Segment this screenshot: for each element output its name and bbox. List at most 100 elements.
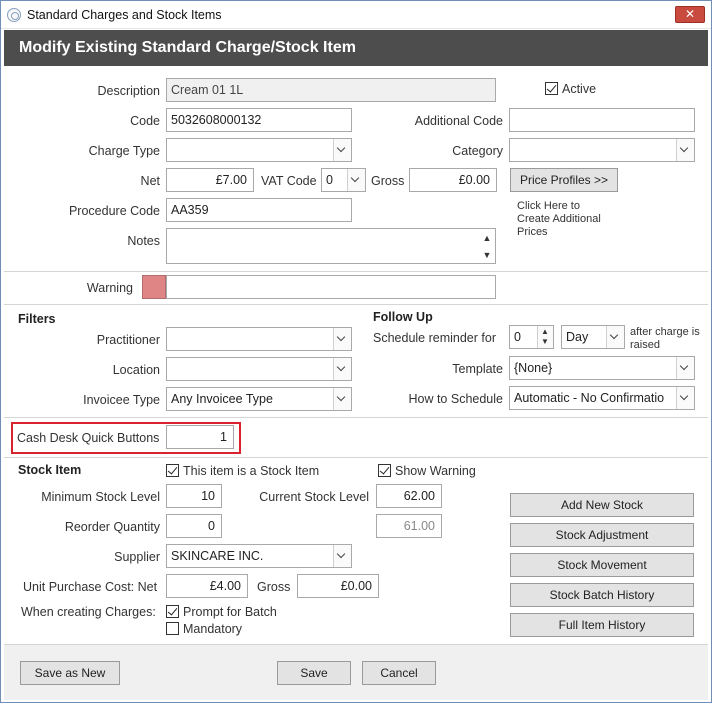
mandatory-label: Mandatory xyxy=(183,622,243,636)
schedule-reminder-value: 0 xyxy=(514,330,521,344)
chevron-down-icon[interactable] xyxy=(676,357,694,379)
cancel-button[interactable]: Cancel xyxy=(362,661,436,685)
supplier-select[interactable]: SKINCARE INC. xyxy=(166,544,352,568)
unit-cost-net-field[interactable]: £4.00 xyxy=(166,574,248,598)
divider xyxy=(4,417,708,418)
window-title: Standard Charges and Stock Items xyxy=(27,8,222,22)
save-as-new-button[interactable]: Save as New xyxy=(20,661,120,685)
practitioner-label: Practitioner xyxy=(96,333,160,347)
spin-down-icon[interactable]: ▼ xyxy=(541,338,549,346)
price-profiles-hint-3: Prices xyxy=(517,226,548,238)
chevron-down-icon[interactable] xyxy=(333,358,351,380)
prompt-batch-label: Prompt for Batch xyxy=(183,605,277,619)
notes-label: Notes xyxy=(127,234,160,248)
code-field[interactable]: 5032608000132 xyxy=(166,108,352,132)
divider xyxy=(4,304,708,305)
how-to-schedule-select[interactable]: Automatic - No Confirmatio xyxy=(509,386,695,410)
procedure-code-field[interactable]: AA359 xyxy=(166,198,352,222)
gross-label: Gross xyxy=(371,174,405,188)
stock-adjustment-button[interactable]: Stock Adjustment xyxy=(510,523,694,547)
filters-heading: Filters xyxy=(18,312,56,326)
charge-type-label: Charge Type xyxy=(88,144,160,158)
location-label: Location xyxy=(112,363,160,377)
show-warning-label: Show Warning xyxy=(395,464,476,478)
reorder-qty-label: Reorder Quantity xyxy=(64,520,160,534)
invoicee-type-select[interactable]: Any Invoicee Type xyxy=(166,387,352,411)
secondary-stock-field: 61.00 xyxy=(376,514,442,538)
additional-code-field[interactable] xyxy=(509,108,695,132)
how-to-schedule-value: Automatic - No Confirmatio xyxy=(514,391,665,405)
vat-code-value: 0 xyxy=(326,173,333,187)
net-label: Net xyxy=(140,174,160,188)
period-select[interactable]: Day xyxy=(561,325,625,349)
divider xyxy=(4,271,708,272)
add-new-stock-button[interactable]: Add New Stock xyxy=(510,493,694,517)
full-item-history-button[interactable]: Full Item History xyxy=(510,613,694,637)
description-label: Description xyxy=(97,84,160,98)
notes-field[interactable] xyxy=(166,228,496,264)
chevron-down-icon[interactable] xyxy=(333,388,351,410)
after-charge-hint-1: after charge is xyxy=(630,326,700,338)
charge-type-select[interactable] xyxy=(166,138,352,162)
chevron-down-icon[interactable] xyxy=(676,139,694,161)
category-label: Category xyxy=(452,144,503,158)
price-profiles-hint-2: Create Additional xyxy=(517,213,601,225)
location-select[interactable] xyxy=(166,357,352,381)
scroll-down-icon[interactable]: ▼ xyxy=(481,251,493,260)
price-profiles-button[interactable]: Price Profiles >> xyxy=(510,168,618,192)
current-stock-label: Current Stock Level xyxy=(259,490,369,504)
is-stock-item-label: This item is a Stock Item xyxy=(183,464,320,478)
supplier-value: SKINCARE INC. xyxy=(171,549,264,563)
chevron-down-icon[interactable] xyxy=(606,326,624,348)
gross-field[interactable]: £0.00 xyxy=(409,168,497,192)
category-select[interactable] xyxy=(509,138,695,162)
unit-cost-gross-field[interactable]: £0.00 xyxy=(297,574,379,598)
title-bar: Standard Charges and Stock Items ✕ xyxy=(1,1,711,29)
invoicee-type-label: Invoicee Type xyxy=(83,393,160,407)
spin-up-icon[interactable]: ▲ xyxy=(541,328,549,336)
template-select[interactable]: {None} xyxy=(509,356,695,380)
chevron-down-icon[interactable] xyxy=(676,387,694,409)
schedule-reminder-label: Schedule reminder for xyxy=(373,331,496,345)
is-stock-item-checkbox[interactable] xyxy=(166,464,179,477)
close-icon[interactable]: ✕ xyxy=(675,6,705,23)
current-stock-field[interactable]: 62.00 xyxy=(376,484,442,508)
practitioner-select[interactable] xyxy=(166,327,352,351)
chevron-down-icon[interactable] xyxy=(333,139,351,161)
template-value: {None} xyxy=(514,361,553,375)
prompt-batch-checkbox[interactable] xyxy=(166,605,179,618)
show-warning-checkbox[interactable] xyxy=(378,464,391,477)
net-field[interactable]: £7.00 xyxy=(166,168,254,192)
when-creating-label: When creating Charges: xyxy=(21,605,156,619)
vat-code-label: VAT Code xyxy=(261,174,317,188)
mandatory-checkbox[interactable] xyxy=(166,622,179,635)
stock-item-heading: Stock Item xyxy=(18,463,82,477)
spinner[interactable]: ▲ ▼ xyxy=(537,326,553,348)
min-stock-field[interactable]: 10 xyxy=(166,484,222,508)
cash-desk-field[interactable]: 1 xyxy=(166,425,234,449)
price-profiles-hint-1: Click Here to xyxy=(517,200,580,212)
scroll-up-icon[interactable]: ▲ xyxy=(481,234,493,243)
warning-color-swatch[interactable] xyxy=(142,275,166,299)
chevron-down-icon[interactable] xyxy=(333,545,351,567)
additional-code-label: Additional Code xyxy=(414,114,503,128)
chevron-down-icon[interactable] xyxy=(333,328,351,350)
warning-field[interactable] xyxy=(166,275,496,299)
reorder-qty-field[interactable]: 0 xyxy=(166,514,222,538)
dialog-window: Standard Charges and Stock Items ✕ Modif… xyxy=(0,0,712,703)
stock-movement-button[interactable]: Stock Movement xyxy=(510,553,694,577)
unit-cost-label: Unit Purchase Cost: Net xyxy=(23,580,158,594)
chevron-down-icon[interactable] xyxy=(347,169,365,191)
code-label: Code xyxy=(130,114,160,128)
schedule-reminder-stepper[interactable]: 0 ▲ ▼ xyxy=(509,325,554,349)
follow-up-heading: Follow Up xyxy=(373,310,433,324)
how-to-schedule-label: How to Schedule xyxy=(408,392,503,406)
footer-bar: Save as New Save Cancel xyxy=(4,644,708,700)
active-checkbox[interactable] xyxy=(545,82,558,95)
vat-code-select[interactable]: 0 xyxy=(321,168,366,192)
save-button[interactable]: Save xyxy=(277,661,351,685)
after-charge-hint-2: raised xyxy=(630,339,660,351)
description-field[interactable]: Cream 01 1L xyxy=(166,78,496,102)
stock-batch-history-button[interactable]: Stock Batch History xyxy=(510,583,694,607)
supplier-label: Supplier xyxy=(114,550,160,564)
